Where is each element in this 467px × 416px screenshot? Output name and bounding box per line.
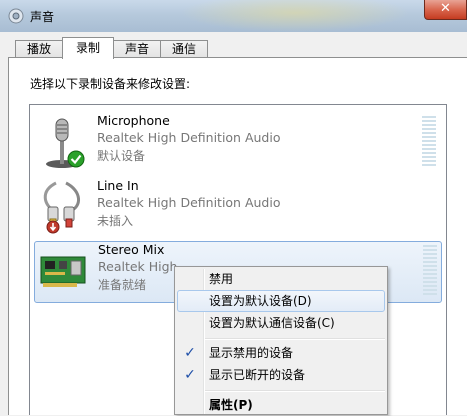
menu-item-label: 禁用	[209, 272, 234, 286]
menu-item-label: 显示已断开的设备	[209, 368, 306, 382]
menu-item-show-disabled[interactable]: ✓ 显示禁用的设备	[177, 342, 385, 364]
device-item-line-in[interactable]: Line In Realtek High Definition Audio 未插…	[34, 178, 442, 240]
level-meter	[422, 116, 436, 168]
menu-item-set-default[interactable]: 设置为默认设备(D)	[177, 290, 385, 312]
device-driver: Realtek High	[98, 259, 178, 274]
level-meter	[423, 245, 437, 297]
device-status: 默认设备	[97, 149, 146, 163]
tab-strip: 播放 录制 声音 通信	[0, 32, 467, 59]
menu-item-properties[interactable]: 属性(P)	[177, 394, 385, 416]
device-name: Line In	[97, 178, 139, 193]
context-menu: 禁用 设置为默认设备(D) 设置为默认通信设备(C) ✓ 显示禁用的设备 ✓ 显…	[174, 266, 388, 415]
menu-item-disable[interactable]: 禁用	[177, 268, 385, 290]
tab-recording[interactable]: 录制	[62, 37, 114, 59]
menu-separator	[205, 338, 385, 340]
check-icon: ✓	[184, 367, 196, 383]
device-status: 未插入	[97, 214, 134, 228]
title-bar: 声音 ✕	[0, 0, 467, 32]
device-driver: Realtek High Definition Audio	[97, 195, 281, 210]
device-status: 准备就绪	[98, 278, 147, 292]
tab-sounds[interactable]: 声音	[113, 40, 161, 58]
menu-item-label: 属性(P)	[209, 398, 253, 412]
sound-card-icon	[40, 256, 86, 287]
title-bar-glow	[180, 0, 410, 32]
check-icon: ✓	[184, 345, 196, 361]
device-driver: Realtek High Definition Audio	[97, 130, 281, 145]
close-button[interactable]: ✕	[424, 0, 467, 20]
tab-playback[interactable]: 播放	[15, 40, 63, 58]
tab-communications[interactable]: 通信	[160, 40, 208, 58]
device-name: Stereo Mix	[98, 242, 165, 257]
menu-item-label: 显示禁用的设备	[209, 346, 294, 360]
menu-item-show-disconnected[interactable]: ✓ 显示已断开的设备	[177, 364, 385, 386]
window-title: 声音	[30, 10, 55, 24]
menu-item-label: 设置为默认设备(D)	[209, 294, 312, 308]
device-name: Microphone	[97, 113, 170, 128]
unplugged-badge	[46, 220, 60, 234]
menu-item-set-default-communication[interactable]: 设置为默认通信设备(C)	[177, 312, 385, 334]
instruction-text: 选择以下录制设备来修改设置:	[30, 77, 191, 91]
device-item-microphone[interactable]: Microphone Realtek High Definition Audio…	[34, 113, 442, 175]
menu-item-label: 设置为默认通信设备(C)	[209, 316, 335, 330]
speaker-icon	[8, 8, 24, 24]
menu-separator	[205, 390, 385, 392]
default-check-badge	[67, 150, 85, 168]
